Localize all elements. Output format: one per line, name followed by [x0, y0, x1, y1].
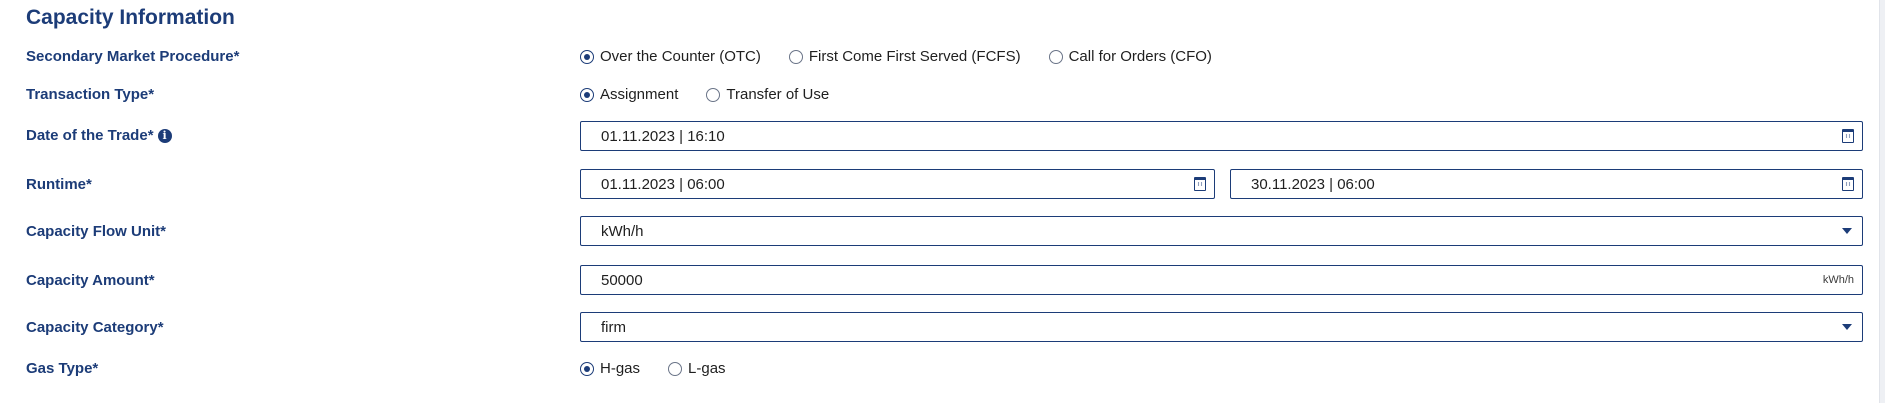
secondary-market-procedure-radio-group: Over the Counter (OTC) First Come First …	[580, 48, 1240, 66]
radio-option-label: H-gas	[600, 360, 641, 377]
info-icon[interactable]: i	[157, 129, 172, 143]
radio-button-selected[interactable]	[580, 50, 594, 64]
gas-type-label: Gas Type*	[26, 360, 99, 377]
runtime-end-input[interactable]: 30.11.2023 | 06:00	[1230, 169, 1863, 199]
capacity-information-panel: Capacity Information Secondary Market Pr…	[0, 0, 1880, 403]
radio-option-otc[interactable]: Over the Counter (OTC)	[580, 48, 761, 66]
gas-type-radio-group: H-gas L-gas	[580, 360, 754, 378]
radio-button[interactable]	[1048, 50, 1063, 64]
calendar-icon[interactable]	[1842, 129, 1854, 143]
radio-option-label: Assignment	[600, 86, 679, 103]
section-title: Capacity Information	[26, 6, 235, 29]
radio-option-cfo[interactable]: Call for Orders (CFO)	[1048, 48, 1212, 66]
radio-option-label: Transfer of Use	[726, 86, 830, 103]
radio-option-assignment[interactable]: Assignment	[580, 86, 678, 104]
date-of-trade-value: 01.11.2023 | 16:10	[601, 127, 725, 145]
radio-option-transfer-of-use[interactable]: Transfer of Use	[706, 86, 829, 104]
capacity-amount-label: Capacity Amount*	[26, 272, 155, 289]
capacity-flow-unit-select[interactable]: kWh/h	[580, 216, 1863, 246]
radio-button[interactable]	[668, 362, 683, 376]
runtime-end-value: 30.11.2023 | 06:00	[1251, 175, 1375, 193]
capacity-flow-unit-value: kWh/h	[601, 222, 644, 240]
transaction-type-label: Transaction Type*	[26, 86, 155, 103]
radio-option-label: First Come First Served (FCFS)	[808, 48, 1021, 65]
radio-option-label: Call for Orders (CFO)	[1068, 48, 1212, 65]
date-of-trade-input[interactable]: 01.11.2023 | 16:10	[580, 121, 1863, 151]
date-of-trade-label: Date of the Trade* i	[26, 127, 172, 145]
date-of-trade-label-text: Date of the Trade*	[26, 127, 154, 144]
chevron-down-icon[interactable]	[1842, 324, 1852, 330]
runtime-start-value: 01.11.2023 | 06:00	[601, 175, 725, 193]
capacity-category-label: Capacity Category*	[26, 319, 164, 336]
capacity-flow-unit-label: Capacity Flow Unit*	[26, 223, 167, 240]
calendar-icon[interactable]	[1842, 177, 1854, 191]
radio-button[interactable]	[788, 50, 803, 64]
capacity-category-select[interactable]: firm	[580, 312, 1863, 342]
runtime-start-input[interactable]: 01.11.2023 | 06:00	[580, 169, 1215, 199]
radio-option-label: L-gas	[688, 360, 726, 377]
capacity-amount-value: 50000	[601, 271, 643, 289]
scrollbar[interactable]	[1879, 0, 1885, 403]
capacity-category-value: firm	[601, 318, 626, 336]
chevron-down-icon[interactable]	[1842, 228, 1852, 234]
radio-option-label: Over the Counter (OTC)	[600, 48, 761, 65]
calendar-icon[interactable]	[1194, 177, 1206, 191]
capacity-amount-input[interactable]: 50000 kWh/h	[580, 265, 1863, 295]
transaction-type-radio-group: Assignment Transfer of Use	[580, 86, 857, 104]
capacity-amount-unit: kWh/h	[1822, 274, 1854, 286]
radio-button-selected[interactable]	[580, 88, 594, 102]
secondary-market-procedure-label: Secondary Market Procedure*	[26, 48, 240, 65]
radio-button[interactable]	[706, 88, 721, 102]
radio-option-fcfs[interactable]: First Come First Served (FCFS)	[788, 48, 1021, 66]
radio-option-h-gas[interactable]: H-gas	[580, 360, 640, 378]
radio-button-selected[interactable]	[580, 362, 594, 376]
radio-option-l-gas[interactable]: L-gas	[668, 360, 726, 378]
runtime-label: Runtime*	[26, 176, 92, 193]
